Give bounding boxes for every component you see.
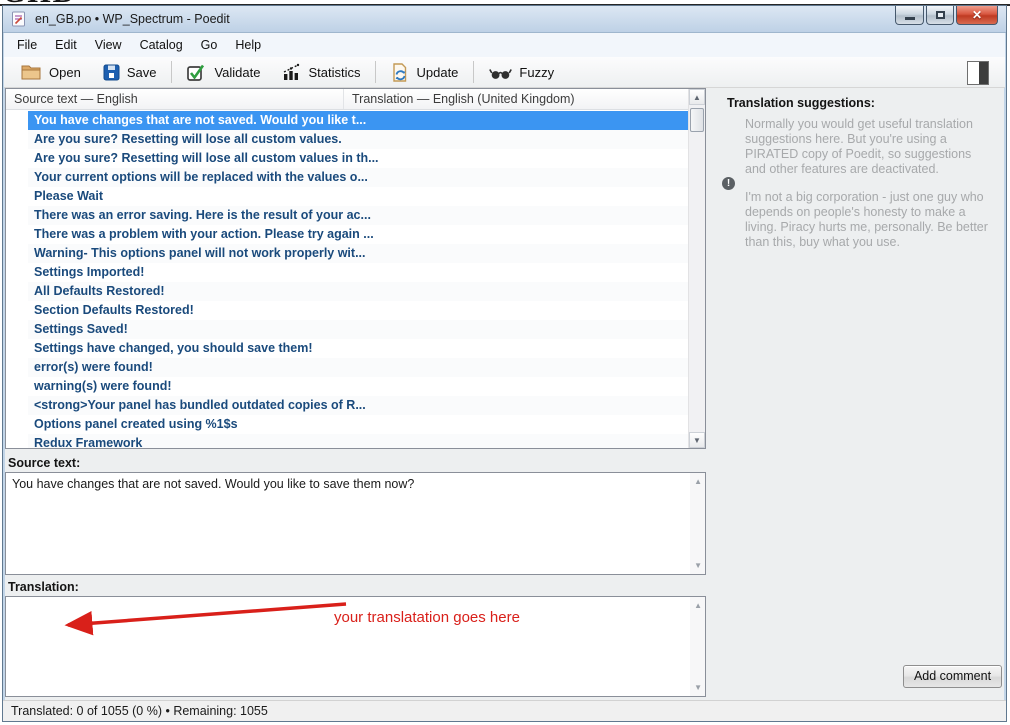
scroll-thumb[interactable] — [690, 108, 704, 132]
toolbar-separator — [171, 61, 172, 83]
list-item[interactable]: There was an error saving. Here is the r… — [28, 206, 688, 225]
update-button[interactable]: Update — [380, 60, 469, 85]
list-item[interactable]: Options panel created using %1$s — [28, 415, 688, 434]
status-bar: Translated: 0 of 1055 (0 %) • Remaining:… — [3, 700, 1006, 721]
save-button-label: Save — [127, 65, 157, 80]
list-item[interactable]: warning(s) were found! — [28, 377, 688, 396]
validate-button-label: Validate — [214, 65, 260, 80]
menu-item-catalog[interactable]: Catalog — [131, 34, 192, 56]
open-button[interactable]: Open — [10, 61, 92, 84]
update-refresh-icon — [391, 63, 409, 82]
source-text-label: Source text: — [8, 456, 80, 470]
translation-scrollbar[interactable]: ▲ ▼ — [690, 597, 705, 696]
annotation-text: your translatation goes here — [334, 609, 520, 626]
list-item[interactable]: Your current options will be replaced wi… — [28, 168, 688, 187]
entry-list-rows: You have changes that are not saved. Wou… — [6, 111, 688, 448]
column-header-source[interactable]: Source text — English — [6, 89, 344, 109]
toolbar: Open Save Validate — [4, 57, 1005, 88]
minimize-button[interactable] — [895, 6, 924, 25]
minimize-icon — [905, 17, 915, 20]
menu-item-view[interactable]: View — [86, 34, 131, 56]
window-title: en_GB.po • WP_Spectrum - Poedit — [35, 12, 230, 26]
sidebar-toggle-icon — [979, 62, 988, 84]
source-scrollbar[interactable]: ▲ ▼ — [690, 473, 705, 574]
validate-button[interactable]: Validate — [176, 60, 271, 85]
scroll-up-icon[interactable]: ▲ — [694, 477, 702, 486]
statistics-chart-icon — [282, 63, 301, 81]
scroll-up-button[interactable]: ▲ — [689, 89, 705, 105]
sidebar-toggle-button[interactable] — [967, 61, 989, 85]
save-floppy-icon — [103, 64, 120, 81]
exclamation-circle-icon: ! — [722, 177, 735, 190]
list-item[interactable]: Are you sure? Resetting will lose all cu… — [28, 149, 688, 168]
list-item[interactable]: error(s) were found! — [28, 358, 688, 377]
list-item[interactable]: Are you sure? Resetting will lose all cu… — [28, 130, 688, 149]
list-item[interactable]: There was a problem with your action. Pl… — [28, 225, 688, 244]
entry-list: Source text — English Translation — Engl… — [5, 88, 706, 449]
list-item[interactable]: Warning- This options panel will not wor… — [28, 244, 688, 263]
entry-list-header: Source text — English Translation — Engl… — [6, 89, 688, 110]
list-item[interactable]: All Defaults Restored! — [28, 282, 688, 301]
scroll-down-icon[interactable]: ▼ — [694, 561, 702, 570]
list-item[interactable]: <strong>Your panel has bundled outdated … — [28, 396, 688, 415]
maximize-icon — [936, 11, 945, 19]
status-text: Translated: 0 of 1055 (0 %) • Remaining:… — [11, 704, 268, 718]
desktop: GHB en_GB.po • WP_Spectrum - Poedit ✕ Fi… — [0, 0, 1010, 725]
column-header-translation[interactable]: Translation — English (United Kingdom) — [344, 89, 688, 109]
statistics-button[interactable]: Statistics — [271, 60, 371, 84]
list-item[interactable]: Settings have changed, you should save t… — [28, 339, 688, 358]
list-item[interactable]: You have changes that are not saved. Wou… — [28, 111, 688, 130]
open-button-label: Open — [49, 65, 81, 80]
fuzzy-button-label: Fuzzy — [519, 65, 554, 80]
suggestions-message: I'm not a big corporation - just one guy… — [745, 190, 993, 250]
scroll-down-button[interactable]: ▼ — [689, 432, 705, 448]
scroll-down-icon[interactable]: ▼ — [694, 683, 702, 692]
fuzzy-button[interactable]: Fuzzy — [478, 62, 565, 83]
update-button-label: Update — [416, 65, 458, 80]
scroll-up-icon[interactable]: ▲ — [694, 601, 702, 610]
open-folder-icon — [21, 64, 42, 81]
maximize-button[interactable] — [926, 6, 954, 25]
source-text-value: You have changes that are not saved. Wou… — [12, 477, 683, 491]
suggestions-panel: Translation suggestions: Normally you wo… — [709, 88, 1004, 700]
list-item[interactable]: Section Defaults Restored! — [28, 301, 688, 320]
suggestions-notice: Normally you would get useful translatio… — [745, 117, 993, 177]
toolbar-separator — [473, 61, 474, 83]
vertical-scrollbar[interactable]: ▲ ▼ — [688, 89, 705, 448]
toolbar-separator — [375, 61, 376, 83]
suggestions-heading: Translation suggestions: — [727, 96, 875, 110]
translation-label: Translation: — [8, 580, 79, 594]
list-item[interactable]: Settings Saved! — [28, 320, 688, 339]
menu-item-edit[interactable]: Edit — [46, 34, 86, 56]
list-item[interactable]: Settings Imported! — [28, 263, 688, 282]
validate-check-icon — [187, 63, 207, 82]
menu-item-help[interactable]: Help — [226, 34, 270, 56]
add-comment-button[interactable]: Add comment — [903, 665, 1002, 688]
close-button[interactable]: ✕ — [956, 6, 998, 25]
list-item[interactable]: Please Wait — [28, 187, 688, 206]
list-item[interactable]: Redux Framework — [28, 434, 688, 448]
menu-item-file[interactable]: File — [8, 34, 46, 56]
titlebar[interactable]: en_GB.po • WP_Spectrum - Poedit ✕ — [3, 6, 1006, 33]
statistics-button-label: Statistics — [308, 65, 360, 80]
menubar: File Edit View Catalog Go Help — [4, 33, 1005, 57]
menu-item-go[interactable]: Go — [192, 34, 227, 56]
poedit-file-icon — [11, 11, 27, 27]
save-button[interactable]: Save — [92, 61, 168, 84]
translation-input[interactable]: your translatation goes here ▲ ▼ — [5, 596, 706, 697]
source-text-box[interactable]: You have changes that are not saved. Wou… — [5, 472, 706, 575]
window-controls: ✕ — [893, 6, 998, 25]
fuzzy-glasses-icon — [489, 65, 512, 80]
poedit-window: en_GB.po • WP_Spectrum - Poedit ✕ File E… — [2, 5, 1007, 722]
close-icon: ✕ — [972, 7, 982, 24]
